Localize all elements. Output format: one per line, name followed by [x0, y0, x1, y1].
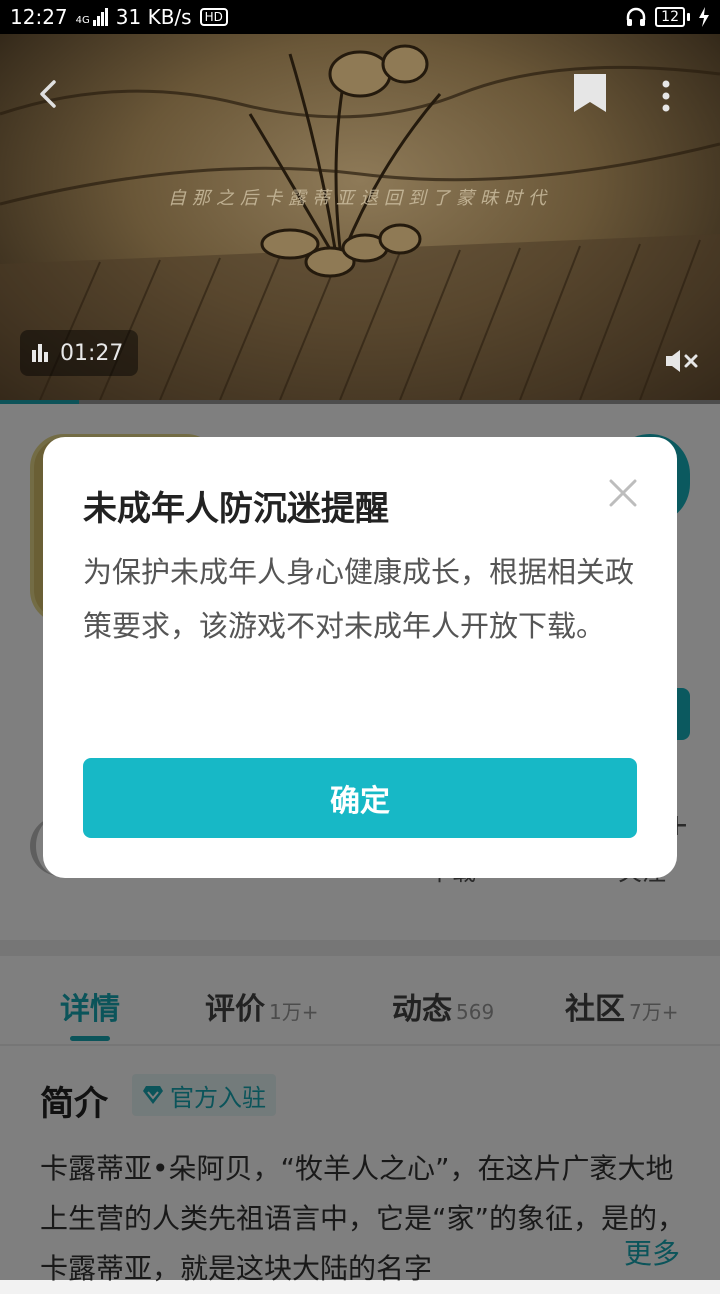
- audio-bars-icon: [32, 344, 48, 362]
- confirm-button[interactable]: 确定: [83, 758, 637, 838]
- video-duration-chip: 01:27: [20, 330, 138, 376]
- anti-addiction-dialog: 未成年人防沉迷提醒 为保护未成年人身心健康成长，根据相关政策要求，该游戏不对未成…: [43, 437, 677, 878]
- hd-badge: HD: [199, 8, 228, 26]
- status-time: 12:27: [10, 5, 68, 29]
- close-icon[interactable]: [605, 475, 641, 511]
- mute-icon[interactable]: [664, 348, 700, 374]
- more-icon[interactable]: [656, 78, 676, 114]
- signal-icon: 4G: [76, 8, 108, 26]
- dialog-message: 为保护未成年人身心健康成长，根据相关政策要求，该游戏不对未成年人开放下载。: [83, 555, 635, 643]
- status-bar: 12:27 4G 31 KB/s HD 12: [0, 0, 720, 34]
- headphones-icon: [626, 7, 646, 26]
- video-subtitle: 自那之后卡露蒂亚退回到了蒙昧时代: [168, 188, 552, 209]
- battery-icon: 12: [655, 7, 690, 27]
- video-duration: 01:27: [60, 340, 124, 366]
- video-player[interactable]: 自那之后卡露蒂亚退回到了蒙昧时代 01:27: [0, 34, 720, 400]
- bookmark-icon[interactable]: [572, 72, 608, 114]
- charging-icon: [699, 7, 709, 27]
- dialog-title: 未成年人防沉迷提醒: [83, 489, 389, 529]
- back-icon[interactable]: [30, 74, 70, 114]
- network-speed: 31 KB/s: [115, 5, 192, 29]
